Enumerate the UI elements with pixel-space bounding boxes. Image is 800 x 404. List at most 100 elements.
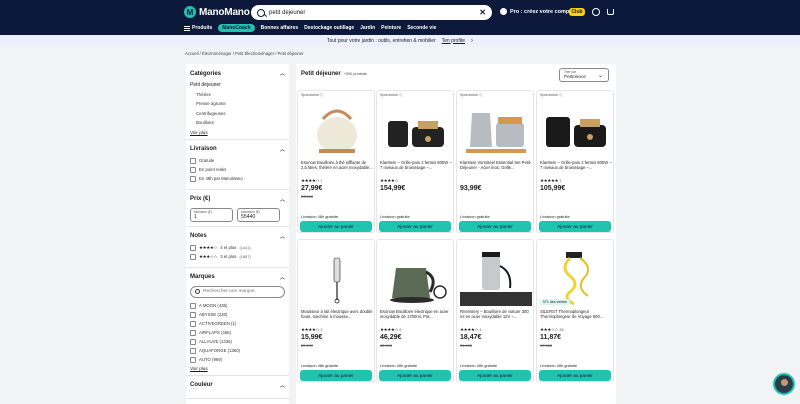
checkbox[interactable] (190, 302, 196, 309)
pro-account-link[interactable]: Pro : créez votre compte (500, 8, 574, 15)
category-current[interactable]: Petit déjeuner (190, 82, 285, 88)
product-name[interactable]: Klarstein Vornsteel Essential Set Petit-… (460, 160, 532, 176)
checkbox[interactable] (190, 175, 196, 182)
add-to-cart-button[interactable]: Ajouter au panier (459, 370, 531, 381)
add-to-cart-button[interactable]: Ajouter au panier (379, 221, 451, 232)
brand-option[interactable]: A MOON (436) (190, 302, 285, 309)
checkbox[interactable] (190, 253, 196, 260)
chevron-up-icon[interactable]: ︿ (280, 196, 285, 203)
product-image[interactable] (540, 248, 612, 306)
product-image[interactable] (301, 99, 373, 157)
user-icon[interactable] (592, 8, 600, 16)
brand-option[interactable]: AUTO (969) (190, 356, 285, 363)
cart-icon[interactable] (607, 9, 614, 15)
nav-bonnes-affaires[interactable]: Bonnes affaires (261, 25, 299, 31)
brand-option[interactable]: AIRFLAPS (465) (190, 329, 285, 336)
promo-link[interactable]: Ten profite (442, 38, 465, 44)
add-to-cart-button[interactable]: Ajouter au panier (379, 370, 451, 381)
product-image[interactable] (540, 99, 612, 157)
nav-seconde-vie[interactable]: Seconde vie (407, 25, 436, 31)
category-item[interactable]: Centrifugeuses (196, 111, 285, 116)
product-name[interactable]: Esonow Bouilloire électrique en acier in… (380, 309, 452, 325)
brand-search-input[interactable]: Rechercher une marque (203, 289, 255, 294)
add-to-cart-button[interactable]: Ajouter au panier (300, 221, 372, 232)
brand-search-field[interactable]: Rechercher une marque (190, 285, 285, 298)
price-min-field[interactable]: Minimum (€) 1 (190, 207, 233, 222)
category-item[interactable]: Presse agrume (196, 101, 285, 106)
product-name[interactable]: Klarstein – Grille-pain 2 fentes 800W – … (540, 160, 612, 176)
breadcrumb[interactable]: Accueil / Électroménager / Petit Électro… (185, 51, 303, 56)
brand-option[interactable]: ABYSSE (220) (190, 311, 285, 318)
product-name[interactable]: SILERST Thermoplongeur Thermoplongeur de… (540, 309, 612, 325)
clear-search-icon[interactable]: ✕ (479, 8, 486, 17)
chevron-right-icon[interactable]: › (471, 38, 473, 44)
add-to-cart-button[interactable]: Ajouter au panier (300, 370, 372, 381)
color-header[interactable]: Couleur ︿ (190, 382, 285, 389)
product-card[interactable]: Esonow Bouilloire électrique en acier in… (376, 239, 454, 382)
product-card[interactable]: Rnemitery – Bouilloire de voiture 300 ml… (456, 239, 534, 382)
product-name[interactable]: Klarstein – Grille-pain 2 fentes 800W – … (380, 160, 452, 176)
nav-destockage[interactable]: Destockage outillage (304, 25, 354, 31)
product-card[interactable]: Mousseur à lait électrique avec double f… (297, 239, 375, 382)
product-card[interactable]: Sponsorisé ⓘ Esonow Bouilloire à thé siff… (297, 90, 375, 233)
checkbox[interactable] (190, 244, 196, 251)
product-card[interactable]: Sponsorisé ⓘ Klarstein Vornsteel Essentia… (456, 90, 534, 233)
chevron-up-icon[interactable]: ︿ (280, 70, 285, 77)
categories-see-more[interactable]: Voir plus (190, 130, 285, 135)
product-image[interactable] (460, 99, 532, 157)
checkbox[interactable] (190, 329, 196, 336)
product-card[interactable]: N°1 des ventes SILERST Thermoplongeur The… (536, 239, 614, 382)
product-image[interactable] (380, 248, 452, 306)
search-bar[interactable]: petit dejeuner ✕ (251, 5, 492, 20)
category-item[interactable]: Bouilloire (196, 120, 285, 125)
price-min-value[interactable]: 1 (194, 214, 229, 220)
nav-manocoach[interactable]: ManoCoach (218, 24, 255, 32)
price-header[interactable]: Prix (€) ︿ (190, 196, 285, 203)
nav-products[interactable]: Produits (184, 25, 212, 31)
add-to-cart-button[interactable]: Ajouter au panier (539, 370, 611, 381)
product-image[interactable] (460, 248, 532, 306)
delivery-option[interactable]: En point relais (190, 166, 285, 173)
sponsored-label[interactable]: Sponsorisé ⓘ (380, 93, 403, 98)
search-input[interactable]: petit dejeuner (269, 10, 479, 16)
sponsored-label[interactable]: Sponsorisé ⓘ (301, 93, 324, 98)
product-image[interactable] (301, 248, 373, 306)
price-max-value[interactable]: 55440 (241, 214, 276, 220)
checkbox[interactable] (190, 157, 196, 164)
ratings-header[interactable]: Notes ︿ (190, 233, 285, 240)
chevron-up-icon[interactable]: ︿ (280, 233, 285, 240)
checkbox[interactable] (190, 166, 196, 173)
product-card[interactable]: Sponsorisé ⓘ Klarstein – Grille-pain 2 fe… (376, 90, 454, 233)
club-badge[interactable]: Club (569, 8, 585, 16)
rating-option[interactable]: ★★★☆☆ 3 et plus (1687) (190, 253, 285, 260)
brand-option[interactable]: ACTIVEGREEN (1) (190, 320, 285, 327)
delivery-header[interactable]: Livraison ︿ (190, 146, 285, 153)
add-to-cart-button[interactable]: Ajouter au panier (539, 221, 611, 232)
category-item[interactable]: Théière (196, 92, 285, 97)
brands-see-more[interactable]: Voir plus (190, 366, 285, 371)
product-name[interactable]: Esonow Bouilloire à thé sifflante de 2,5… (301, 160, 373, 176)
manomano-logo[interactable]: M ManoMano (184, 5, 250, 19)
brands-header[interactable]: Marques ︿ (190, 274, 285, 281)
chevron-up-icon[interactable]: ︿ (280, 382, 285, 389)
brand-option[interactable]: ALLAUVE (1436) (190, 338, 285, 345)
checkbox[interactable] (190, 347, 196, 354)
chevron-up-icon[interactable]: ︿ (280, 146, 285, 153)
delivery-option[interactable]: En 48h par ManoMano (190, 175, 285, 182)
chevron-down-icon[interactable]: ⌄ (598, 72, 603, 79)
price-max-field[interactable]: Maximum (€) 55440 (237, 207, 280, 222)
brand-option[interactable]: AQUAFORGE (1360) (190, 347, 285, 354)
nav-jardin[interactable]: Jardin (360, 25, 375, 31)
product-card[interactable]: Sponsorisé ⓘ Klarstein – Grille-pain 2 fe… (536, 90, 614, 233)
product-name[interactable]: Rnemitery – Bouilloire de voiture 300 ml… (460, 309, 532, 325)
checkbox[interactable] (190, 311, 196, 318)
add-to-cart-button[interactable]: Ajouter au panier (459, 221, 531, 232)
product-image[interactable] (380, 99, 452, 157)
checkbox[interactable] (190, 338, 196, 345)
nav-peinture[interactable]: Peinture (381, 25, 401, 31)
sponsored-label[interactable]: Sponsorisé ⓘ (540, 93, 563, 98)
product-name[interactable]: Mousseur à lait électrique avec double f… (301, 309, 373, 325)
coach-chat-avatar[interactable] (773, 373, 795, 395)
categories-header[interactable]: Catégories ︿ (190, 70, 285, 78)
sort-select[interactable]: Trier par Pertinence ⌄ (559, 68, 609, 82)
